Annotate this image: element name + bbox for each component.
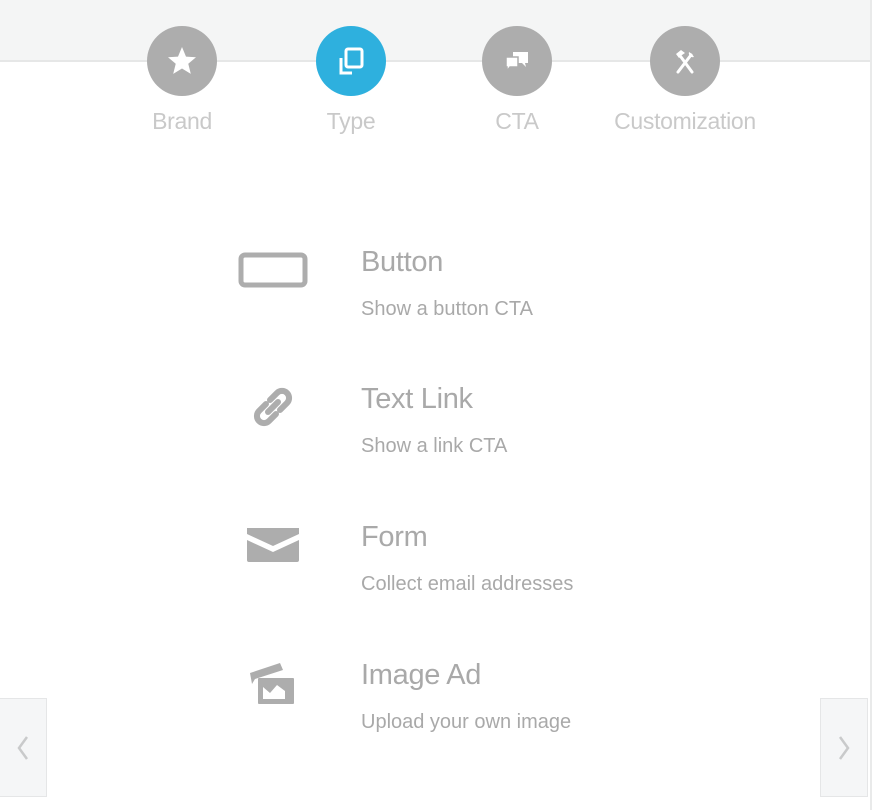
- step-label: CTA: [495, 108, 539, 134]
- option-description: Collect email addresses: [361, 573, 574, 595]
- step-circle: [316, 26, 386, 96]
- option-form[interactable]: Form Collect email addresses: [230, 515, 730, 615]
- step-customization[interactable]: Customization: [605, 26, 765, 135]
- copy-icon: [339, 47, 364, 75]
- step-label: Customization: [614, 108, 756, 134]
- option-description: Show a button CTA: [361, 298, 533, 320]
- step-cta[interactable]: CTA: [437, 26, 597, 135]
- image-icon: [230, 653, 316, 713]
- option-text-link[interactable]: Text Link Show a link CTA: [230, 377, 730, 477]
- option-title: Image Ad: [361, 659, 482, 691]
- option-title: Text Link: [361, 383, 473, 415]
- envelope-icon: [230, 515, 316, 575]
- step-circle: [650, 26, 720, 96]
- tools-icon: [676, 50, 694, 74]
- step-brand[interactable]: Brand: [102, 26, 262, 135]
- step-label: Brand: [152, 108, 212, 134]
- chat-bubbles-icon: [505, 52, 528, 74]
- chevron-left-icon: [17, 735, 29, 760]
- star-icon: [168, 47, 196, 74]
- step-circle: [482, 26, 552, 96]
- step-circle: [147, 26, 217, 96]
- link-icon: [230, 377, 316, 437]
- option-title: Button: [361, 246, 444, 278]
- prev-button[interactable]: [0, 698, 47, 797]
- button-icon: [230, 240, 316, 300]
- option-description: Upload your own image: [361, 711, 572, 733]
- step-label: Type: [326, 108, 376, 134]
- option-description: Show a link CTA: [361, 435, 508, 457]
- option-button[interactable]: Button Show a button CTA: [230, 240, 730, 340]
- step-type[interactable]: Type: [271, 26, 431, 135]
- option-image-ad[interactable]: Image Ad Upload your own image: [230, 653, 730, 753]
- next-button[interactable]: [820, 698, 868, 797]
- option-title: Form: [361, 521, 428, 553]
- chevron-right-icon: [838, 735, 850, 760]
